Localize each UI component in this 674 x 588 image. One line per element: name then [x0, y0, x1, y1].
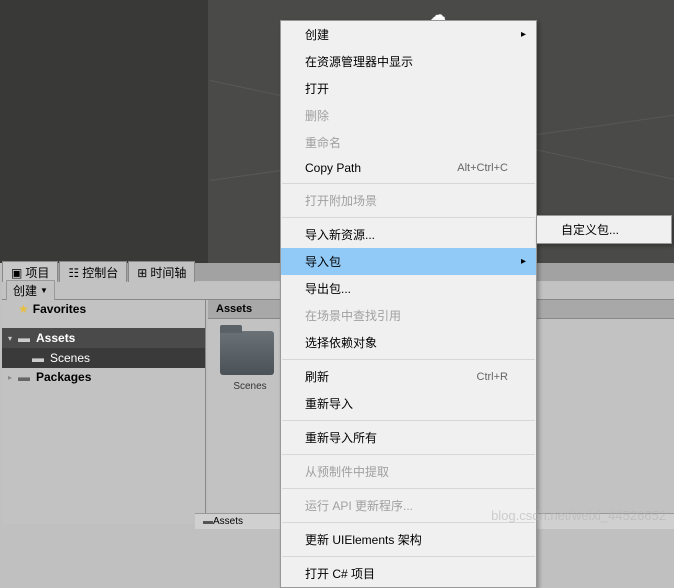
- favorites-item[interactable]: ★ Favorites: [2, 300, 205, 318]
- folder-icon: ▬: [18, 331, 32, 345]
- import-package-submenu: 自定义包...: [536, 215, 672, 244]
- watermark: blog.csdn.net/weixi_44526652: [491, 508, 666, 523]
- menu-item-label: Copy Path: [305, 161, 361, 175]
- menu-item-label: 在资源管理器中显示: [305, 53, 413, 70]
- submenu-custom-package[interactable]: 自定义包...: [537, 216, 671, 243]
- menu-item-label: 从预制件中提取: [305, 463, 389, 480]
- tab-label: 控制台: [82, 266, 118, 280]
- menu-item-label: 创建: [305, 26, 329, 43]
- menu-item-label: 运行 API 更新程序...: [305, 497, 413, 514]
- menu-item-24[interactable]: 更新 UIElements 架构: [281, 526, 536, 553]
- folder-icon: ▬: [32, 351, 46, 365]
- assets-label: Assets: [36, 331, 75, 345]
- menu-item-label: 更新 UIElements 架构: [305, 531, 422, 548]
- project-panel: ★ Favorites ▾ ▬ Assets ▬ Scenes ▸ ▬ Pack…: [2, 300, 206, 524]
- packages-item[interactable]: ▸ ▬ Packages: [2, 368, 205, 386]
- menu-separator: [282, 556, 535, 557]
- timeline-icon: ⊞: [137, 266, 147, 280]
- menu-item-20: 从预制件中提取: [281, 458, 536, 485]
- menu-item-label: 在场景中查找引用: [305, 307, 401, 324]
- menu-item-label: 导出包...: [305, 280, 351, 297]
- create-button[interactable]: 创建 ▼: [6, 280, 55, 301]
- menu-separator: [282, 217, 535, 218]
- menu-separator: [282, 359, 535, 360]
- chevron-right-icon: ▸: [521, 256, 526, 267]
- menu-item-12: 在场景中查找引用: [281, 302, 536, 329]
- menu-item-7: 打开附加场景: [281, 187, 536, 214]
- menu-item-1[interactable]: 在资源管理器中显示: [281, 48, 536, 75]
- menu-item-label: 删除: [305, 107, 329, 124]
- folder-icon: ▬: [18, 370, 32, 384]
- menu-item-16[interactable]: 重新导入: [281, 390, 536, 417]
- menu-item-label: 导入新资源...: [305, 226, 375, 243]
- menu-item-label: 打开: [305, 80, 329, 97]
- scenes-label: Scenes: [50, 351, 90, 365]
- menu-item-label: 选择依赖对象: [305, 334, 377, 351]
- tab-console[interactable]: ☷ 控制台: [59, 261, 127, 284]
- menu-item-10[interactable]: 导入包 ▸: [281, 248, 536, 275]
- chevron-down-icon: ▼: [40, 286, 48, 295]
- tab-label: 时间轴: [150, 266, 186, 280]
- assets-item[interactable]: ▾ ▬ Assets: [2, 328, 205, 348]
- menu-item-18[interactable]: 重新导入所有: [281, 424, 536, 451]
- menu-item-11[interactable]: 导出包...: [281, 275, 536, 302]
- menu-item-label: 打开 C# 项目: [305, 565, 375, 582]
- menu-item-26[interactable]: 打开 C# 项目: [281, 560, 536, 587]
- menu-separator: [282, 183, 535, 184]
- folder-item-scenes[interactable]: Scenes: [220, 331, 280, 392]
- menu-separator: [282, 488, 535, 489]
- menu-separator: [282, 454, 535, 455]
- menu-item-0[interactable]: 创建 ▸: [281, 21, 536, 48]
- menu-item-label: 重新导入所有: [305, 429, 377, 446]
- menu-item-2[interactable]: 打开: [281, 75, 536, 102]
- create-label: 创建: [13, 282, 37, 299]
- tab-timeline[interactable]: ⊞ 时间轴: [128, 261, 195, 284]
- folder-icon: ▬: [203, 516, 213, 527]
- expand-arrow-icon: ▸: [8, 373, 18, 382]
- menu-item-label: 打开附加场景: [305, 192, 377, 209]
- menu-item-3: 删除: [281, 102, 536, 129]
- tab-label: 项目: [25, 266, 49, 280]
- menu-shortcut: Alt+Ctrl+C: [457, 162, 508, 174]
- context-menu: 创建 ▸ 在资源管理器中显示打开删除重命名 Copy Path Alt+Ctrl+C 打开…: [280, 20, 537, 588]
- menu-item-4: 重命名: [281, 129, 536, 156]
- expand-arrow-icon: ▾: [8, 334, 18, 343]
- favorites-label: Favorites: [33, 302, 86, 316]
- menu-separator: [282, 420, 535, 421]
- menu-item-label: 重新导入: [305, 395, 353, 412]
- menu-item-5[interactable]: Copy Path Alt+Ctrl+C: [281, 156, 536, 180]
- console-icon: ☷: [68, 266, 79, 280]
- chevron-right-icon: ▸: [521, 29, 526, 40]
- menu-item-label: 导入包: [305, 253, 341, 270]
- packages-label: Packages: [36, 370, 91, 384]
- project-icon: ▣: [11, 266, 22, 280]
- menu-item-15[interactable]: 刷新 Ctrl+R: [281, 363, 536, 390]
- menu-item-9[interactable]: 导入新资源...: [281, 221, 536, 248]
- menu-item-label: 刷新: [305, 368, 329, 385]
- folder-icon: [220, 331, 274, 375]
- scenes-item[interactable]: ▬ Scenes: [2, 348, 205, 368]
- path-label: Assets: [213, 516, 243, 527]
- star-icon: ★: [18, 302, 29, 316]
- menu-shortcut: Ctrl+R: [477, 371, 508, 383]
- submenu-label: 自定义包...: [561, 221, 619, 238]
- folder-label: Scenes: [220, 381, 280, 392]
- menu-item-13[interactable]: 选择依赖对象: [281, 329, 536, 356]
- menu-item-label: 重命名: [305, 134, 341, 151]
